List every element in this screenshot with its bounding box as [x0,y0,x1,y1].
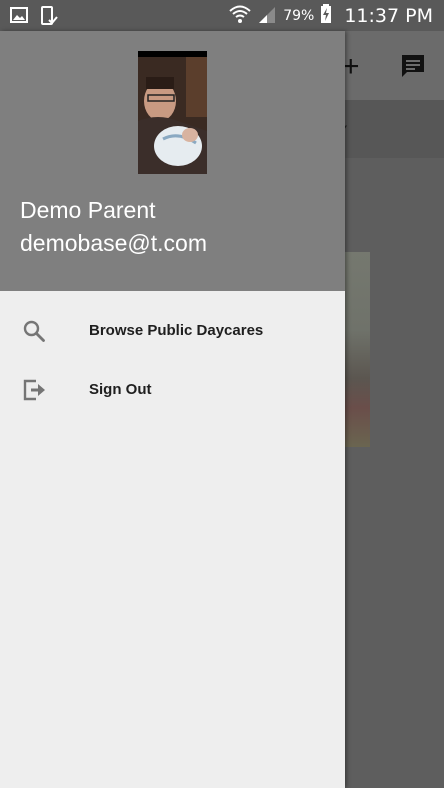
search-icon [22,319,46,343]
menu-item-label: Browse Public Daycares [89,322,264,339]
profile-name: Demo Parent [20,197,156,223]
menu-item-label: Sign Out [89,381,152,398]
navigation-drawer: Demo Parent demobase@t.com Browse Public… [0,31,345,788]
signal-icon [257,4,277,28]
menu-item-sign-out[interactable]: Sign Out [0,362,345,418]
status-left [10,6,58,30]
chat-icon [400,53,426,84]
battery-icon [320,4,332,28]
status-right: 79% 11:37 PM [229,4,433,28]
profile-photo[interactable] [138,51,207,174]
image-icon [10,6,28,30]
battery-percent: 79% [283,8,315,24]
clock: 11:37 PM [344,5,433,27]
drawer-header: Demo Parent demobase@t.com [0,31,345,291]
sign-out-icon [22,378,46,402]
menu-item-browse-public-daycares[interactable]: Browse Public Daycares [0,303,345,359]
profile-email: demobase@t.com [20,230,207,256]
wifi-icon [229,4,251,28]
phone-check-icon [40,6,58,30]
status-bar: 79% 11:37 PM [0,0,444,31]
